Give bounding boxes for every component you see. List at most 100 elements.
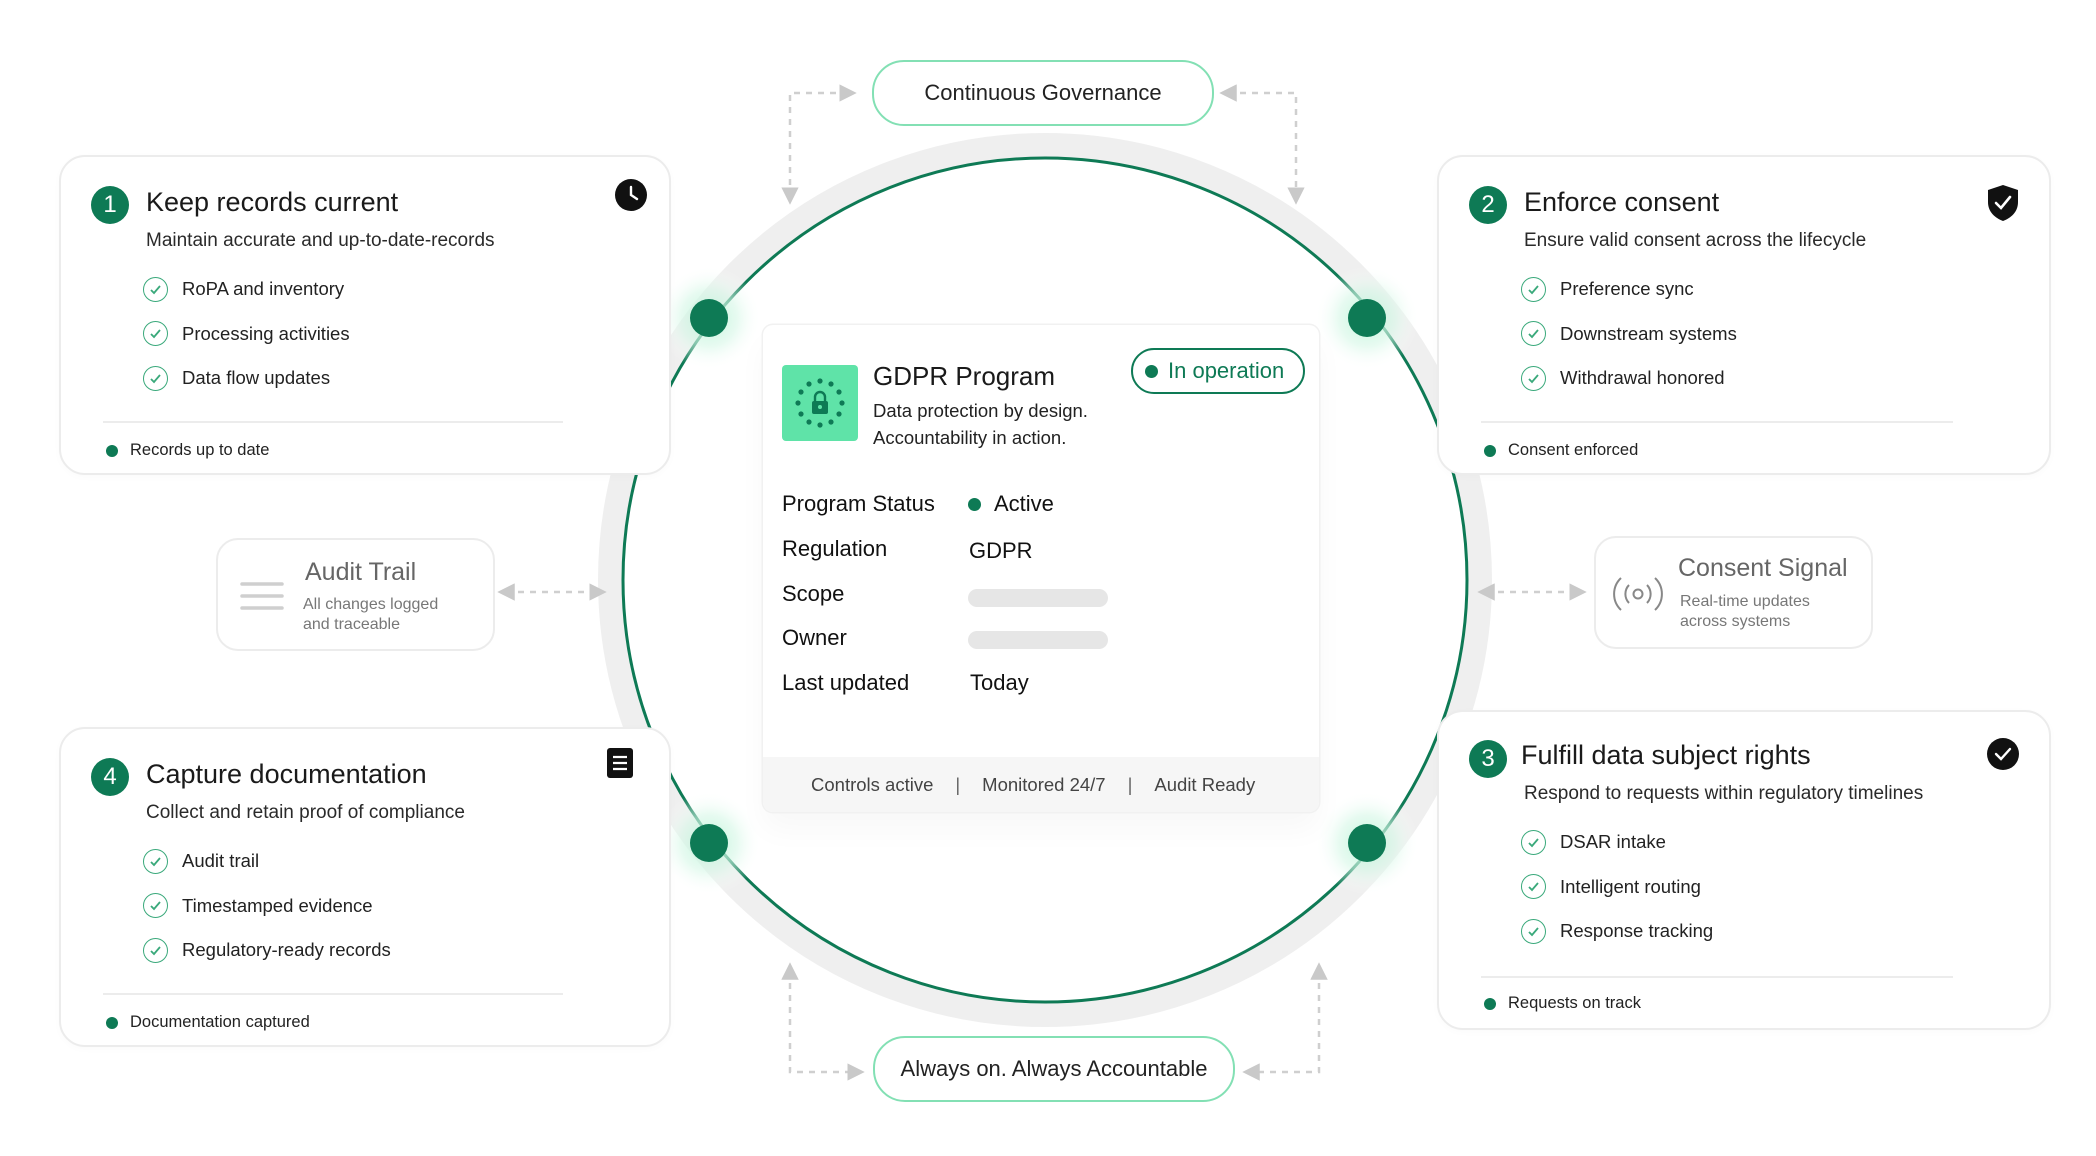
card-divider [1481,976,1953,978]
scope-placeholder-bar [968,589,1108,607]
footer-audit-ready: Audit Ready [1154,773,1256,795]
card-enforce-consent: 2 Enforce consent Ensure valid consent a… [1437,155,2051,475]
row-label-scope: Scope [782,581,845,606]
list-item: Audit trail [143,839,391,884]
check-icon [143,321,168,347]
node-bottom-right [1348,824,1386,862]
step-number: 3 [1469,740,1507,778]
card-title: Capture documentation [146,759,427,789]
step-number: 2 [1469,186,1507,224]
card-divider [103,421,563,423]
connector-bottom-left [781,962,865,1081]
consent-signal-box: Consent Signal Real-time updates across … [1594,536,1873,649]
connector-bottom-right [1242,962,1328,1081]
eu-stars-lock-icon [782,365,858,441]
signal-icon [1613,577,1663,611]
audit-trail-box: Audit Trail All changes logged and trace… [216,538,495,651]
card-keep-records-current: 1 Keep records current Maintain accurate… [59,155,671,475]
row-label-last-updated: Last updated [782,670,910,695]
card-subtitle: Maintain accurate and up-to-date-records [146,230,495,251]
list-item: Processing activities [143,312,350,357]
footer-controls-active: Controls active [811,773,934,795]
step-number: 4 [91,758,129,796]
document-icon [607,748,633,778]
card-title: Keep records current [146,187,399,217]
program-footer: Controls active | Monitored 24/7 | Audit… [763,757,1319,812]
check-icon [1521,918,1546,944]
list-item: Regulatory-ready records [143,928,391,973]
list-item: Timestamped evidence [143,884,391,929]
card-divider [1481,421,1953,423]
audit-trail-title: Audit Trail [305,558,417,586]
program-title: GDPR Program [873,361,1056,391]
row-label-owner: Owner [782,625,847,650]
card-item-list: Preference sync Downstream systems Withd… [1521,267,1737,401]
owner-placeholder-bar [968,631,1108,649]
always-on-pill: Always on. Always Accountable [873,1036,1235,1102]
status-dot [106,444,118,457]
footer-separator: | [1127,773,1133,795]
shield-check-icon [1988,185,2018,221]
card-footer-status: Records up to date [106,441,269,460]
row-label-regulation: Regulation [782,536,888,561]
card-subtitle: Collect and retain proof of compliance [146,802,465,823]
node-top-left [690,299,728,337]
connector-top-left [781,84,857,205]
status-dot [1484,997,1496,1010]
audit-trail-description: All changes logged and traceable [303,596,439,633]
footer-monitored: Monitored 24/7 [982,773,1106,795]
card-fulfill-data-subject-rights: 3 Fulfill data subject rights Respond to… [1437,710,2051,1030]
list-item: RoPA and inventory [143,267,350,312]
card-item-list: Audit trail Timestamped evidence Regulat… [143,839,391,973]
continuous-governance-pill: Continuous Governance [872,60,1214,126]
in-operation-pill: In operation [1131,348,1305,394]
card-title: Enforce consent [1524,187,1720,217]
node-bottom-left [690,824,728,862]
card-capture-documentation: 4 Capture documentation Collect and reta… [59,727,671,1047]
check-icon [1521,829,1546,855]
status-dot [1145,364,1158,378]
check-icon [143,893,168,919]
card-footer-status: Consent enforced [1484,441,1638,460]
consent-signal-title: Consent Signal [1678,554,1848,582]
check-icon [1521,276,1546,302]
check-circle-icon [1987,738,2019,770]
status-dot [1484,444,1496,457]
list-item: DSAR intake [1521,820,1713,865]
list-item: Preference sync [1521,267,1737,312]
program-description: Data protection by design. Accountabilit… [873,400,1088,448]
card-footer-status: Requests on track [1484,994,1641,1013]
footer-separator: | [955,773,961,795]
check-icon [143,276,168,302]
row-value-regulation: GDPR [969,538,1033,563]
consent-signal-description: Real-time updates across systems [1680,593,1810,630]
status-dot [106,1016,118,1029]
card-title: Fulfill data subject rights [1521,740,1811,770]
list-item: Withdrawal honored [1521,356,1737,401]
row-value-last-updated: Today [970,670,1029,695]
status-dot [968,497,981,511]
check-icon [1521,321,1546,347]
check-icon [1521,874,1546,900]
list-item: Response tracking [1521,909,1713,954]
row-value-program-status: Active [968,491,1054,517]
card-item-list: DSAR intake Intelligent routing Response… [1521,820,1713,954]
lines-icon [240,582,284,610]
list-item: Downstream systems [1521,312,1737,357]
list-item: Data flow updates [143,356,350,401]
check-icon [143,848,168,874]
card-subtitle: Ensure valid consent across the lifecycl… [1524,230,1867,251]
step-number: 1 [91,186,129,224]
card-subtitle: Respond to requests within regulatory ti… [1524,783,1924,804]
card-divider [103,993,563,995]
check-icon [1521,365,1546,391]
list-item: Intelligent routing [1521,865,1713,910]
clock-icon [615,179,647,211]
check-icon [143,937,168,963]
card-footer-status: Documentation captured [106,1013,310,1032]
gdpr-program-card: GDPR Program Data protection by design. … [763,325,1319,812]
node-top-right [1348,299,1386,337]
row-label-program-status: Program Status [782,491,935,516]
check-icon [143,365,168,391]
card-item-list: RoPA and inventory Processing activities… [143,267,350,401]
